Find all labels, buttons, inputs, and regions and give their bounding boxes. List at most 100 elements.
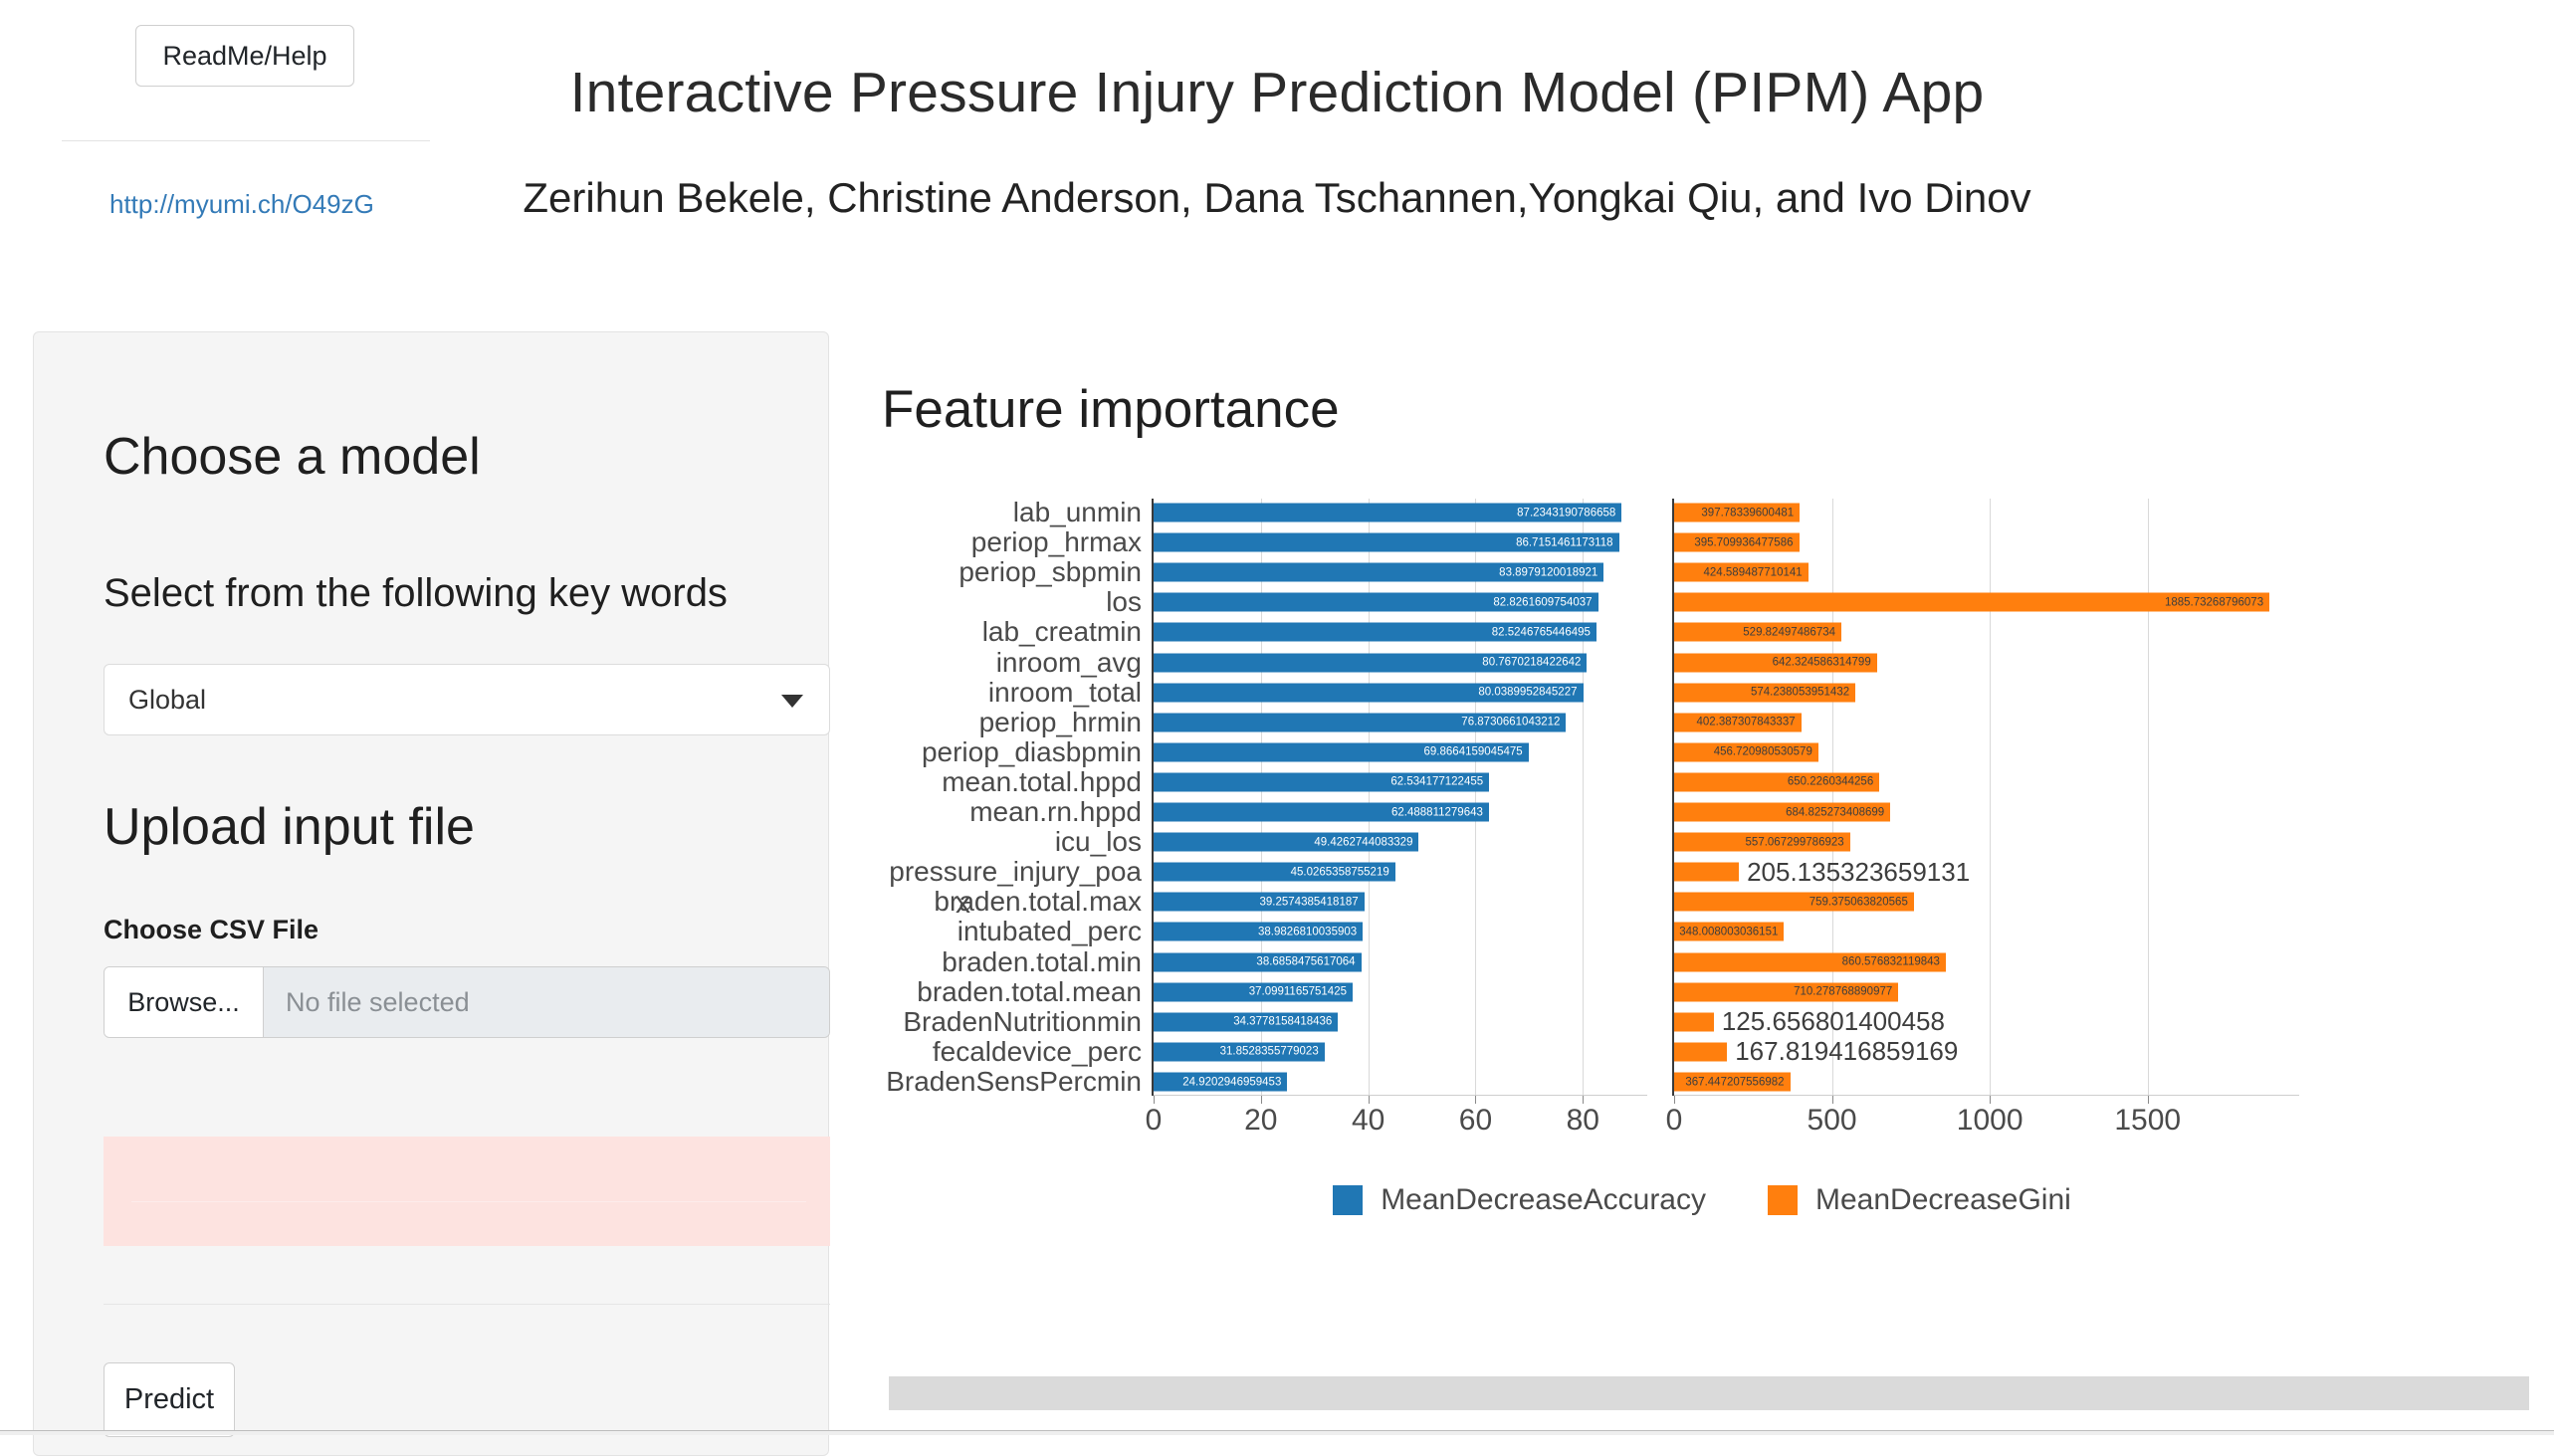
bar: 205.135323659131	[1674, 857, 1970, 887]
x-tick-label: 1500	[2114, 1104, 2182, 1137]
legend-label: MeanDecreaseGini	[1815, 1183, 2071, 1216]
bar: 49.4262744083329	[1154, 832, 1419, 852]
bar-value-label: 710.278768890977	[1794, 985, 1893, 998]
plot-area-accuracy: 0 20 40 60 80 87.2343190786658 86.715146117311…	[1146, 499, 1647, 1137]
legend-item[interactable]: MeanDecreaseGini	[1768, 1183, 2071, 1217]
bar-value-label: 86.7151461173118	[1516, 536, 1613, 549]
sidebar-panel: Choose a model Select from the following…	[33, 331, 830, 1456]
bar-value-label: 125.656801400458	[1721, 1006, 1945, 1037]
bar-value-label: 574.238053951432	[1750, 686, 1850, 699]
bar: 710.278768890977	[1674, 982, 1899, 1002]
page-header: ReadMe/Help http://myumi.ch/O49zG Intera…	[0, 0, 2554, 316]
bar-value-label: 34.3778158418436	[1233, 1015, 1333, 1028]
y-tick-label: braden.total.mean	[917, 975, 1142, 1007]
y-tick-label: pressure_injury_poa	[889, 856, 1142, 888]
bar-value-label: 402.387307843337	[1696, 716, 1796, 728]
model-select-value: Global	[128, 685, 207, 715]
bar-value-label: 83.8979120018921	[1499, 566, 1598, 579]
y-tick-label: mean.rn.hppd	[969, 796, 1142, 828]
bar-value-label: 62.488811279643	[1391, 806, 1483, 819]
main-panel: Feature importance x lab_unmin periop_hrm…	[876, 331, 2528, 1406]
x-tick-mark	[1583, 1096, 1585, 1104]
bar-value-label: 642.324586314799	[1772, 656, 1871, 669]
bar: 684.825273408699	[1674, 802, 1891, 822]
bar: 402.387307843337	[1674, 713, 1802, 732]
x-tick-mark	[1831, 1096, 1833, 1104]
bar: 125.656801400458	[1674, 1006, 1945, 1036]
x-tick-mark	[2147, 1096, 2149, 1104]
x-tick-mark	[1260, 1096, 1262, 1104]
x-tick-label: 40	[1351, 1104, 1385, 1137]
bar: 574.238053951432	[1674, 683, 1856, 703]
x-tick-label: 500	[1807, 1104, 1857, 1137]
grid-line	[1260, 499, 1262, 1096]
bar: 31.8528355779023	[1154, 1042, 1325, 1062]
y-tick-label: periop_hrmin	[978, 706, 1142, 737]
bar-value-label: 37.0991165751425	[1248, 985, 1347, 998]
bar-value-label: 456.720980530579	[1713, 745, 1812, 758]
bar: 80.0389952845227	[1154, 683, 1584, 703]
y-tick-label: braden.total.max	[934, 886, 1142, 918]
chart-panel-gini: 0 500 1000 1500 397.78339600481 395.709936477…	[1666, 499, 2528, 1285]
bar-value-label: 80.0389952845227	[1478, 686, 1578, 699]
model-select-dropdown[interactable]: Global	[104, 664, 830, 735]
legend-color-swatch	[1333, 1185, 1364, 1215]
predict-button[interactable]: Predict	[104, 1362, 235, 1437]
choose-csv-file-label: Choose CSV File	[104, 915, 319, 944]
bar: 37.0991165751425	[1154, 982, 1353, 1002]
x-tick-mark	[1475, 1096, 1477, 1104]
y-tick-label: icu_los	[1054, 826, 1142, 858]
bar-value-label: 49.4262744083329	[1314, 836, 1413, 849]
chart-legend: MeanDecreaseAccuracy MeanDecreaseGini	[876, 1183, 2528, 1217]
bar-value-label: 367.447207556982	[1685, 1076, 1785, 1088]
y-tick-label: braden.total.min	[942, 945, 1142, 977]
x-tick-mark	[1154, 1096, 1155, 1104]
bar: 397.78339600481	[1674, 503, 1801, 522]
bar: 38.9826810035903	[1154, 922, 1364, 941]
bar: 557.067299786923	[1674, 832, 1850, 852]
sidebar-divider	[104, 1304, 830, 1305]
feature-importance-heading: Feature importance	[882, 380, 1340, 439]
x-tick-mark	[1368, 1096, 1370, 1104]
y-axis-tick-labels: lab_unmin periop_hrmax periop_sbpmin los lab…	[876, 499, 1150, 1096]
y-tick-label: inroom_avg	[995, 646, 1142, 678]
x-tick-label: 20	[1244, 1104, 1278, 1137]
browse-button[interactable]: Browse...	[105, 967, 264, 1037]
x-tick-label: 0	[1145, 1104, 1163, 1137]
bar: 82.5246765446495	[1154, 622, 1596, 642]
bar-value-label: 1885.73268796073	[2164, 596, 2264, 609]
x-tick-label: 1000	[1956, 1104, 2023, 1137]
bar: 1885.73268796073	[1674, 592, 2270, 612]
bar-value-label: 87.2343190786658	[1517, 507, 1616, 519]
legend-item[interactable]: MeanDecreaseAccuracy	[1333, 1183, 1706, 1217]
bar: 529.82497486734	[1674, 622, 1842, 642]
y-tick-label: lab_creatmin	[981, 616, 1142, 648]
grid-line	[1368, 499, 1370, 1096]
bar-value-label: 80.7670218422642	[1482, 656, 1582, 669]
bar-value-label: 45.0265358755219	[1290, 866, 1389, 879]
file-upload-control[interactable]: Browse... No file selected	[104, 966, 830, 1038]
x-tick-label: 80	[1566, 1104, 1599, 1137]
bar: 62.534177122455	[1154, 772, 1490, 792]
bar: 83.8979120018921	[1154, 562, 1604, 582]
bar: 759.375063820565	[1674, 892, 1914, 912]
bar-value-label: 69.8664159045475	[1423, 745, 1523, 758]
bar-value-label: 31.8528355779023	[1219, 1045, 1319, 1058]
alert-inner-divider	[131, 1201, 806, 1202]
bar: 82.8261609754037	[1154, 592, 1598, 612]
bar: 69.8664159045475	[1154, 742, 1529, 762]
bar-value-label: 684.825273408699	[1786, 806, 1885, 819]
y-tick-label: intubated_perc	[957, 916, 1142, 947]
bar: 80.7670218422642	[1154, 653, 1588, 673]
bar: 395.709936477586	[1674, 532, 1800, 552]
bar-value-label: 759.375063820565	[1809, 896, 1908, 909]
horizontal-scrollbar[interactable]	[889, 1376, 2529, 1410]
bar: 348.008003036151	[1674, 922, 1785, 941]
grid-line	[1475, 499, 1477, 1096]
bar: 24.9202946959453	[1154, 1072, 1288, 1092]
page-authors: Zerihun Bekele, Christine Anderson, Dana…	[523, 174, 2031, 221]
x-axis-line	[1674, 1095, 2299, 1096]
y-tick-label: periop_diasbpmin	[921, 735, 1142, 767]
header-divider	[62, 140, 430, 141]
bar: 45.0265358755219	[1154, 862, 1395, 882]
